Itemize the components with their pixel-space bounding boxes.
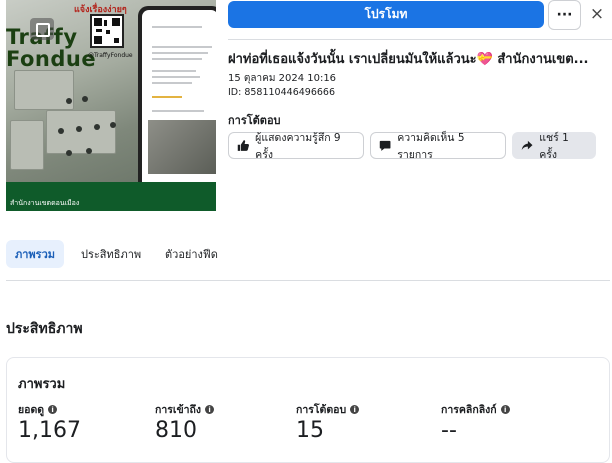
info-icon[interactable]: i: [350, 405, 360, 414]
promote-button[interactable]: โปรโมท: [228, 1, 544, 28]
performance-heading: ประสิทธิภาพ: [6, 321, 83, 337]
reactions-comments-chip[interactable]: ความคิดเห็น 5 รายการ: [370, 132, 506, 161]
metric-reach-value: 810: [155, 418, 197, 443]
metric-engagement-label: การโต้ตอบ i: [296, 401, 360, 418]
phone-screen: [142, 10, 216, 202]
post-title: ฝาท่อที่เธอแจ้งวันนั้น เราเปลี่ยนมันให้แ…: [228, 52, 589, 67]
drain-hole: [110, 122, 116, 128]
reactions-heading: การโต้ตอบ: [228, 114, 281, 127]
phone-screen-photo: [148, 120, 216, 174]
tab-overview[interactable]: ภาพรวม: [6, 240, 65, 268]
drain-hole: [58, 128, 64, 134]
info-icon[interactable]: i: [48, 405, 58, 414]
drain-hole: [66, 150, 72, 156]
qr-code: [90, 14, 124, 48]
metric-views-value: 1,167: [18, 418, 81, 443]
more-icon[interactable]: ···: [548, 0, 581, 30]
metric-engagement-value: 15: [296, 418, 324, 443]
drain-slab: [14, 70, 74, 110]
metric-reach-label: การเข้าถึง i: [155, 401, 215, 418]
post-insights-panel: แจ้งเรื่องง่ายๆ Traffy Fondue @TraffyFon…: [0, 0, 612, 463]
drain-hole: [76, 126, 82, 132]
reactions-likes-chip[interactable]: ผู้แสดงความรู้สึก 9 ครั้ง: [228, 132, 364, 161]
share-icon: [521, 140, 533, 151]
thumbnail-footer-text: สำนักงานเขตดอนเมือง: [10, 199, 80, 207]
post-date: 15 ตุลาคม 2024 10:16: [228, 73, 337, 84]
info-icon[interactable]: i: [205, 405, 215, 414]
drain-slab: [46, 110, 116, 154]
metric-link-clicks-value: --: [441, 418, 457, 443]
post-thumbnail[interactable]: แจ้งเรื่องง่ายๆ Traffy Fondue @TraffyFon…: [6, 0, 216, 211]
drain-slab: [10, 120, 44, 170]
phone-mockup: [138, 6, 216, 206]
reactions-shares-chip[interactable]: แชร์ 1 ครั้ง: [512, 132, 596, 161]
info-icon[interactable]: i: [500, 405, 510, 414]
likes-label: ผู้แสดงความรู้สึก 9 ครั้ง: [255, 131, 341, 161]
header-divider: [228, 39, 612, 40]
close-icon[interactable]: ×: [587, 3, 607, 25]
post-id: ID: 858110446496666: [228, 87, 336, 98]
thumbs-up-icon: [237, 140, 249, 151]
comment-icon: [379, 140, 391, 151]
tab-feed-preview[interactable]: ตัวอย่างฟีด: [156, 240, 227, 268]
drain-hole: [94, 124, 100, 130]
comments-label: ความคิดเห็น 5 รายการ: [397, 131, 465, 161]
drain-hole: [82, 96, 88, 102]
shares-label: แชร์ 1 ครั้ง: [539, 131, 569, 161]
play-icon[interactable]: [30, 18, 54, 40]
overview-card-title: ภาพรวม: [18, 377, 66, 392]
brand-handle: @TraffyFondue: [88, 52, 133, 59]
drain-hole: [86, 148, 92, 154]
metric-link-clicks-label: การคลิกลิงก์ i: [441, 401, 510, 418]
tabs-divider: [6, 280, 610, 281]
tab-performance[interactable]: ประสิทธิภาพ: [72, 240, 150, 268]
drain-hole: [66, 98, 72, 104]
metric-views-label: ยอดดู i: [18, 401, 58, 418]
